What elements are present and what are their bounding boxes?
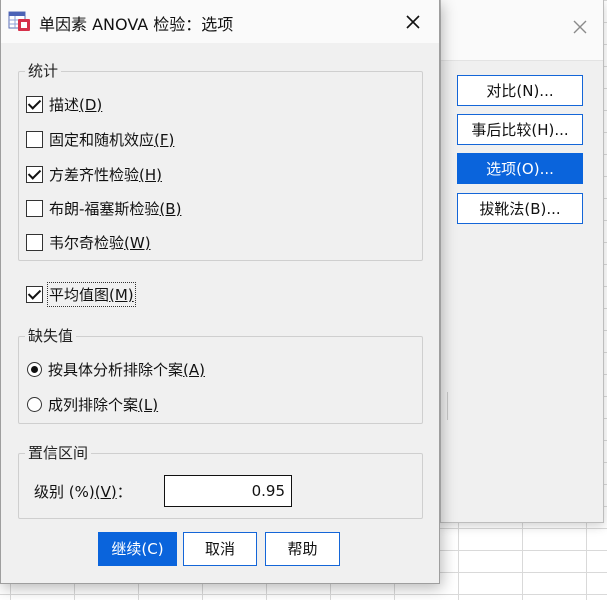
- confidence-level-input[interactable]: 0.95: [164, 475, 292, 507]
- listwise-key: (L): [138, 395, 159, 414]
- means-plot-key: (M): [109, 286, 134, 304]
- help-button[interactable]: 帮助: [265, 532, 340, 566]
- brown-forsythe-checkbox-row[interactable]: 布朗-福塞斯检验 (B): [26, 198, 181, 219]
- means-plot-checkbox-row[interactable]: 平均值图(M): [26, 282, 136, 307]
- homogeneity-label: 方差齐性检验: [49, 166, 140, 184]
- welch-key: (W): [124, 233, 151, 252]
- confidence-level-label-row: 级别 (%) (V)：: [34, 481, 132, 502]
- spss-app-icon: [8, 9, 32, 33]
- statistics-group-title: 统计: [25, 60, 62, 81]
- welch-checkbox-row[interactable]: 韦尔奇检验 (W): [26, 232, 151, 253]
- fixed-random-checkbox-row[interactable]: 固定和随机效应 (F): [26, 129, 174, 150]
- listwise-radio-row[interactable]: 成列排除个案 (L): [27, 394, 158, 415]
- confidence-interval-group-title: 置信区间: [25, 442, 92, 463]
- analysis-by-analysis-radio[interactable]: [27, 362, 42, 377]
- listwise-radio[interactable]: [27, 397, 42, 412]
- descriptive-checkbox[interactable]: [26, 96, 43, 113]
- brown-forsythe-key: (B): [159, 199, 182, 218]
- homogeneity-checkbox[interactable]: [26, 166, 43, 183]
- confidence-level-suffix: ：: [116, 483, 132, 501]
- listwise-label: 成列排除个案: [48, 396, 139, 414]
- means-plot-text: 平均值图(M): [47, 282, 136, 307]
- descriptive-key: (D): [79, 95, 103, 114]
- descriptive-checkbox-row[interactable]: 描述 (D): [26, 94, 102, 115]
- post-hoc-button[interactable]: 事后比较(H)...: [457, 114, 583, 145]
- dialog-titlebar: 单因素 ANOVA 检验：选项: [1, 0, 439, 43]
- brown-forsythe-checkbox[interactable]: [26, 200, 43, 217]
- welch-checkbox[interactable]: [26, 234, 43, 251]
- analysis-by-analysis-key: (A): [183, 360, 205, 379]
- homogeneity-checkbox-row[interactable]: 方差齐性检验 (H): [26, 164, 162, 185]
- dialog-title: 单因素 ANOVA 检验：选项: [39, 15, 234, 34]
- contrasts-button[interactable]: 对比(N)...: [457, 75, 583, 106]
- continue-button[interactable]: 继续(C): [98, 532, 177, 566]
- options-dialog: 单因素 ANOVA 检验：选项 统计 描述 (D) 固定和随机效应 (F) 方差齐性…: [0, 0, 440, 584]
- homogeneity-key: (H): [139, 165, 162, 184]
- descriptive-label: 描述: [49, 96, 80, 114]
- means-plot-checkbox[interactable]: [26, 286, 43, 303]
- fixed-random-checkbox[interactable]: [26, 131, 43, 148]
- fixed-random-key: (F): [154, 130, 175, 149]
- fixed-random-label: 固定和随机效应: [49, 131, 155, 149]
- welch-label: 韦尔奇检验: [49, 234, 125, 252]
- brown-forsythe-label: 布朗-福塞斯检验: [49, 200, 160, 218]
- confidence-level-label: 级别 (%): [34, 483, 95, 501]
- means-plot-label: 平均值图: [49, 286, 110, 304]
- confidence-level-key: (V): [94, 482, 117, 501]
- options-button[interactable]: 选项(O)...: [457, 153, 583, 184]
- close-icon[interactable]: [401, 10, 425, 34]
- parent-dialog: 对比(N)... 事后比较(H)... 选项(O)... 拔靴法(B)...: [440, 0, 604, 523]
- bootstrap-button[interactable]: 拔靴法(B)...: [457, 193, 583, 224]
- analysis-by-analysis-radio-row[interactable]: 按具体分析排除个案 (A): [27, 359, 205, 380]
- missing-values-group-title: 缺失值: [25, 325, 77, 346]
- parent-divider: [441, 392, 448, 420]
- cancel-button[interactable]: 取消: [183, 532, 257, 566]
- analysis-by-analysis-label: 按具体分析排除个案: [48, 361, 184, 379]
- parent-close-icon[interactable]: [569, 18, 591, 40]
